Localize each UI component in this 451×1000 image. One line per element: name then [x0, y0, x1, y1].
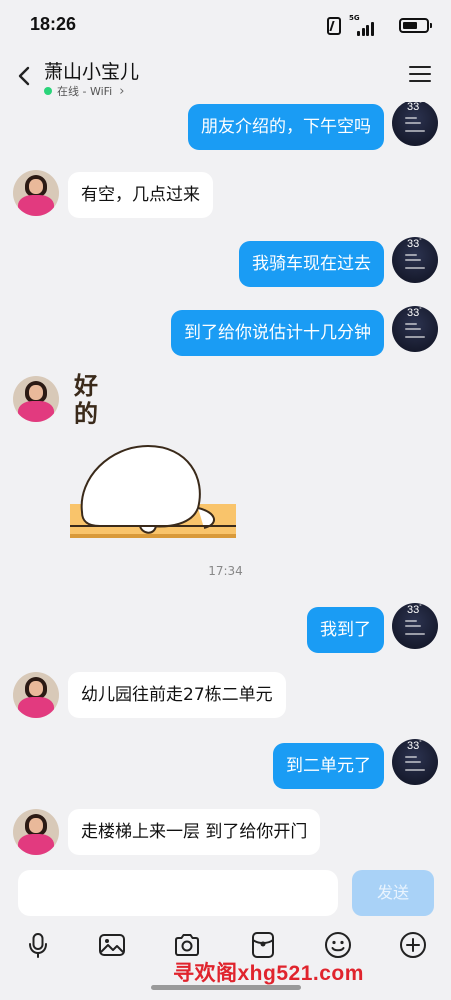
- image-icon: [99, 934, 125, 956]
- menu-icon: [409, 66, 431, 68]
- message-bubble[interactable]: 我到了: [307, 607, 384, 653]
- message-bubble[interactable]: 幼儿园往前走27栋二单元: [68, 672, 286, 718]
- message-timestamp: 17:34: [208, 564, 243, 578]
- nfc-icon: [327, 17, 341, 35]
- avatar[interactable]: 33°: [392, 102, 438, 146]
- contact-name[interactable]: 萧山小宝儿: [44, 57, 139, 84]
- chat-messages[interactable]: 朋友介绍的，下午空吗 33° 有空，几点过来 我骑车现在过去 33° 到了给你说…: [0, 102, 451, 862]
- more-button[interactable]: [398, 930, 428, 960]
- red-packet-button[interactable]: [248, 930, 278, 960]
- signal-bars: [357, 22, 374, 36]
- network-type-label: 5G: [349, 14, 360, 22]
- message-incoming: 有空，几点过来: [0, 170, 451, 220]
- message-outgoing: 到了给你说估计十几分钟 33°: [0, 306, 451, 358]
- message-incoming: 走楼梯上来一层 到了给你开门: [0, 809, 451, 859]
- message-bubble[interactable]: 我骑车现在过去: [239, 241, 384, 287]
- emoji-button[interactable]: [323, 930, 353, 960]
- plus-icon: [400, 932, 426, 958]
- status-bar: 18:26 5G: [0, 0, 451, 52]
- send-button[interactable]: 发送: [352, 870, 434, 916]
- message-bubble[interactable]: 走楼梯上来一层 到了给你开门: [68, 809, 321, 855]
- camera-button[interactable]: [172, 930, 202, 960]
- voice-button[interactable]: [23, 930, 53, 960]
- avatar[interactable]: 33°: [392, 739, 438, 785]
- avatar[interactable]: 33°: [392, 237, 438, 283]
- album-button[interactable]: [97, 930, 127, 960]
- emoji-icon: [325, 932, 351, 958]
- status-time: 18:26: [30, 14, 77, 34]
- avatar-temperature: 33°: [407, 238, 422, 250]
- sticker-message[interactable]: 好的: [70, 370, 236, 548]
- online-status-label: 在线 - WiFi: [57, 85, 113, 98]
- sticker-caption: 好的: [74, 372, 98, 428]
- message-incoming: 幼儿园往前走27栋二单元: [0, 672, 451, 722]
- chevron-right-icon: ›: [119, 83, 125, 99]
- message-input-bar: 发送: [0, 862, 451, 924]
- chat-header: 萧山小宝儿 在线 - WiFi ›: [0, 52, 451, 102]
- battery-icon: [399, 18, 432, 33]
- red-packet-icon: [252, 932, 274, 958]
- online-status[interactable]: 在线 - WiFi ›: [44, 83, 124, 99]
- back-button[interactable]: [10, 60, 42, 92]
- message-outgoing: 朋友介绍的，下午空吗 33°: [0, 102, 451, 152]
- message-outgoing: 我到了 33°: [0, 603, 451, 655]
- message-outgoing: 我骑车现在过去 33°: [0, 237, 451, 289]
- home-indicator[interactable]: [151, 985, 301, 990]
- avatar[interactable]: 33°: [392, 306, 438, 352]
- avatar-temperature: 33°: [407, 740, 422, 752]
- signal-icon: 5G: [349, 14, 377, 36]
- back-arrow-icon: [18, 66, 30, 86]
- message-bubble[interactable]: 朋友介绍的，下午空吗: [188, 104, 384, 150]
- message-bubble[interactable]: 有空，几点过来: [68, 172, 213, 218]
- avatar[interactable]: [13, 170, 59, 216]
- avatar-temperature: 33°: [407, 307, 422, 319]
- watermark: 寻欢阁xhg521.com: [173, 962, 364, 985]
- sticker-image: [70, 444, 236, 538]
- message-bubble[interactable]: 到了给你说估计十几分钟: [171, 310, 384, 356]
- camera-icon: [175, 934, 199, 956]
- avatar[interactable]: 33°: [392, 603, 438, 649]
- message-bubble[interactable]: 到二单元了: [273, 743, 384, 789]
- status-icons: 5G: [299, 14, 432, 36]
- message-outgoing: 到二单元了 33°: [0, 739, 451, 791]
- avatar-temperature: 33°: [407, 102, 422, 113]
- avatar[interactable]: [13, 672, 59, 718]
- online-dot-icon: [44, 87, 52, 95]
- message-input[interactable]: [18, 870, 338, 916]
- avatar[interactable]: [13, 809, 59, 855]
- microphone-icon: [29, 933, 47, 958]
- avatar-temperature: 33°: [407, 604, 422, 616]
- menu-button[interactable]: [409, 66, 431, 86]
- avatar[interactable]: [13, 376, 59, 422]
